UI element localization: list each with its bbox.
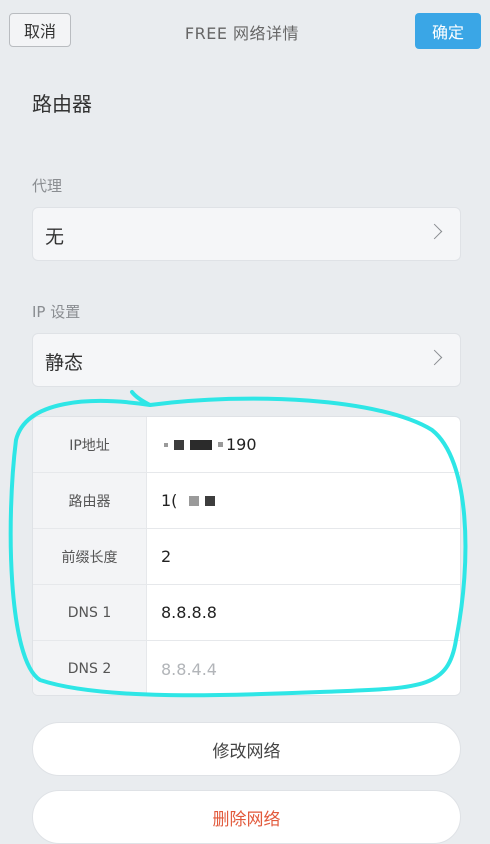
network-details-table: IP地址 190 路由器 1( 前缀长度 2 DNS 1 8.8.8.8 DNS…	[32, 416, 461, 696]
dns2-field[interactable]: 8.8.4.4	[161, 641, 217, 695]
page-title: FREE 网络详情	[184, 24, 300, 43]
router-label: 路由器	[33, 473, 147, 528]
top-bar: 取消 FREE 网络详情 确定	[0, 0, 490, 66]
delete-network-button[interactable]: 删除网络	[32, 790, 461, 844]
ip-address-value: 190	[226, 435, 257, 454]
ip-settings-label: IP 设置	[32, 303, 81, 321]
redaction-mark	[174, 439, 184, 450]
annotation-circle	[8, 390, 468, 698]
ip-address-label: IP地址	[33, 417, 147, 472]
dns1-label: DNS 1	[33, 585, 147, 640]
redaction-mark	[189, 495, 200, 506]
dns1-value: 8.8.8.8	[161, 603, 217, 622]
redaction-mark	[190, 439, 212, 450]
dns2-label: DNS 2	[33, 641, 147, 695]
ip-address-field[interactable]: 190	[161, 417, 257, 472]
proxy-select[interactable]: 无	[32, 207, 461, 261]
router-field[interactable]: 1(	[161, 473, 218, 528]
table-row-dns2: DNS 2 8.8.4.4	[33, 641, 460, 695]
table-row-router: 路由器 1(	[33, 473, 460, 529]
chevron-right-icon	[426, 223, 443, 240]
ip-settings-select[interactable]: 静态	[32, 333, 461, 387]
chevron-right-icon	[426, 349, 443, 366]
table-row-dns1: DNS 1 8.8.8.8	[33, 585, 460, 641]
table-row-prefix: 前缀长度 2	[33, 529, 460, 585]
proxy-label: 代理	[32, 177, 63, 195]
redaction-mark	[205, 495, 216, 506]
router-section-title: 路由器	[32, 92, 92, 116]
redaction-mark	[218, 442, 223, 447]
dns2-value: 8.8.4.4	[161, 659, 217, 679]
prefix-length-field[interactable]: 2	[161, 529, 171, 584]
prefix-length-label: 前缀长度	[33, 529, 147, 584]
dns1-field[interactable]: 8.8.8.8	[161, 585, 217, 640]
table-row-ip: IP地址 190	[33, 417, 460, 473]
proxy-value: 无	[45, 226, 65, 248]
confirm-button[interactable]: 确定	[415, 13, 481, 49]
redaction-mark	[164, 442, 168, 447]
router-value: 1(	[161, 491, 178, 510]
modify-network-button[interactable]: 修改网络	[32, 722, 461, 776]
ip-settings-value: 静态	[45, 352, 84, 374]
prefix-length-value: 2	[161, 547, 172, 566]
